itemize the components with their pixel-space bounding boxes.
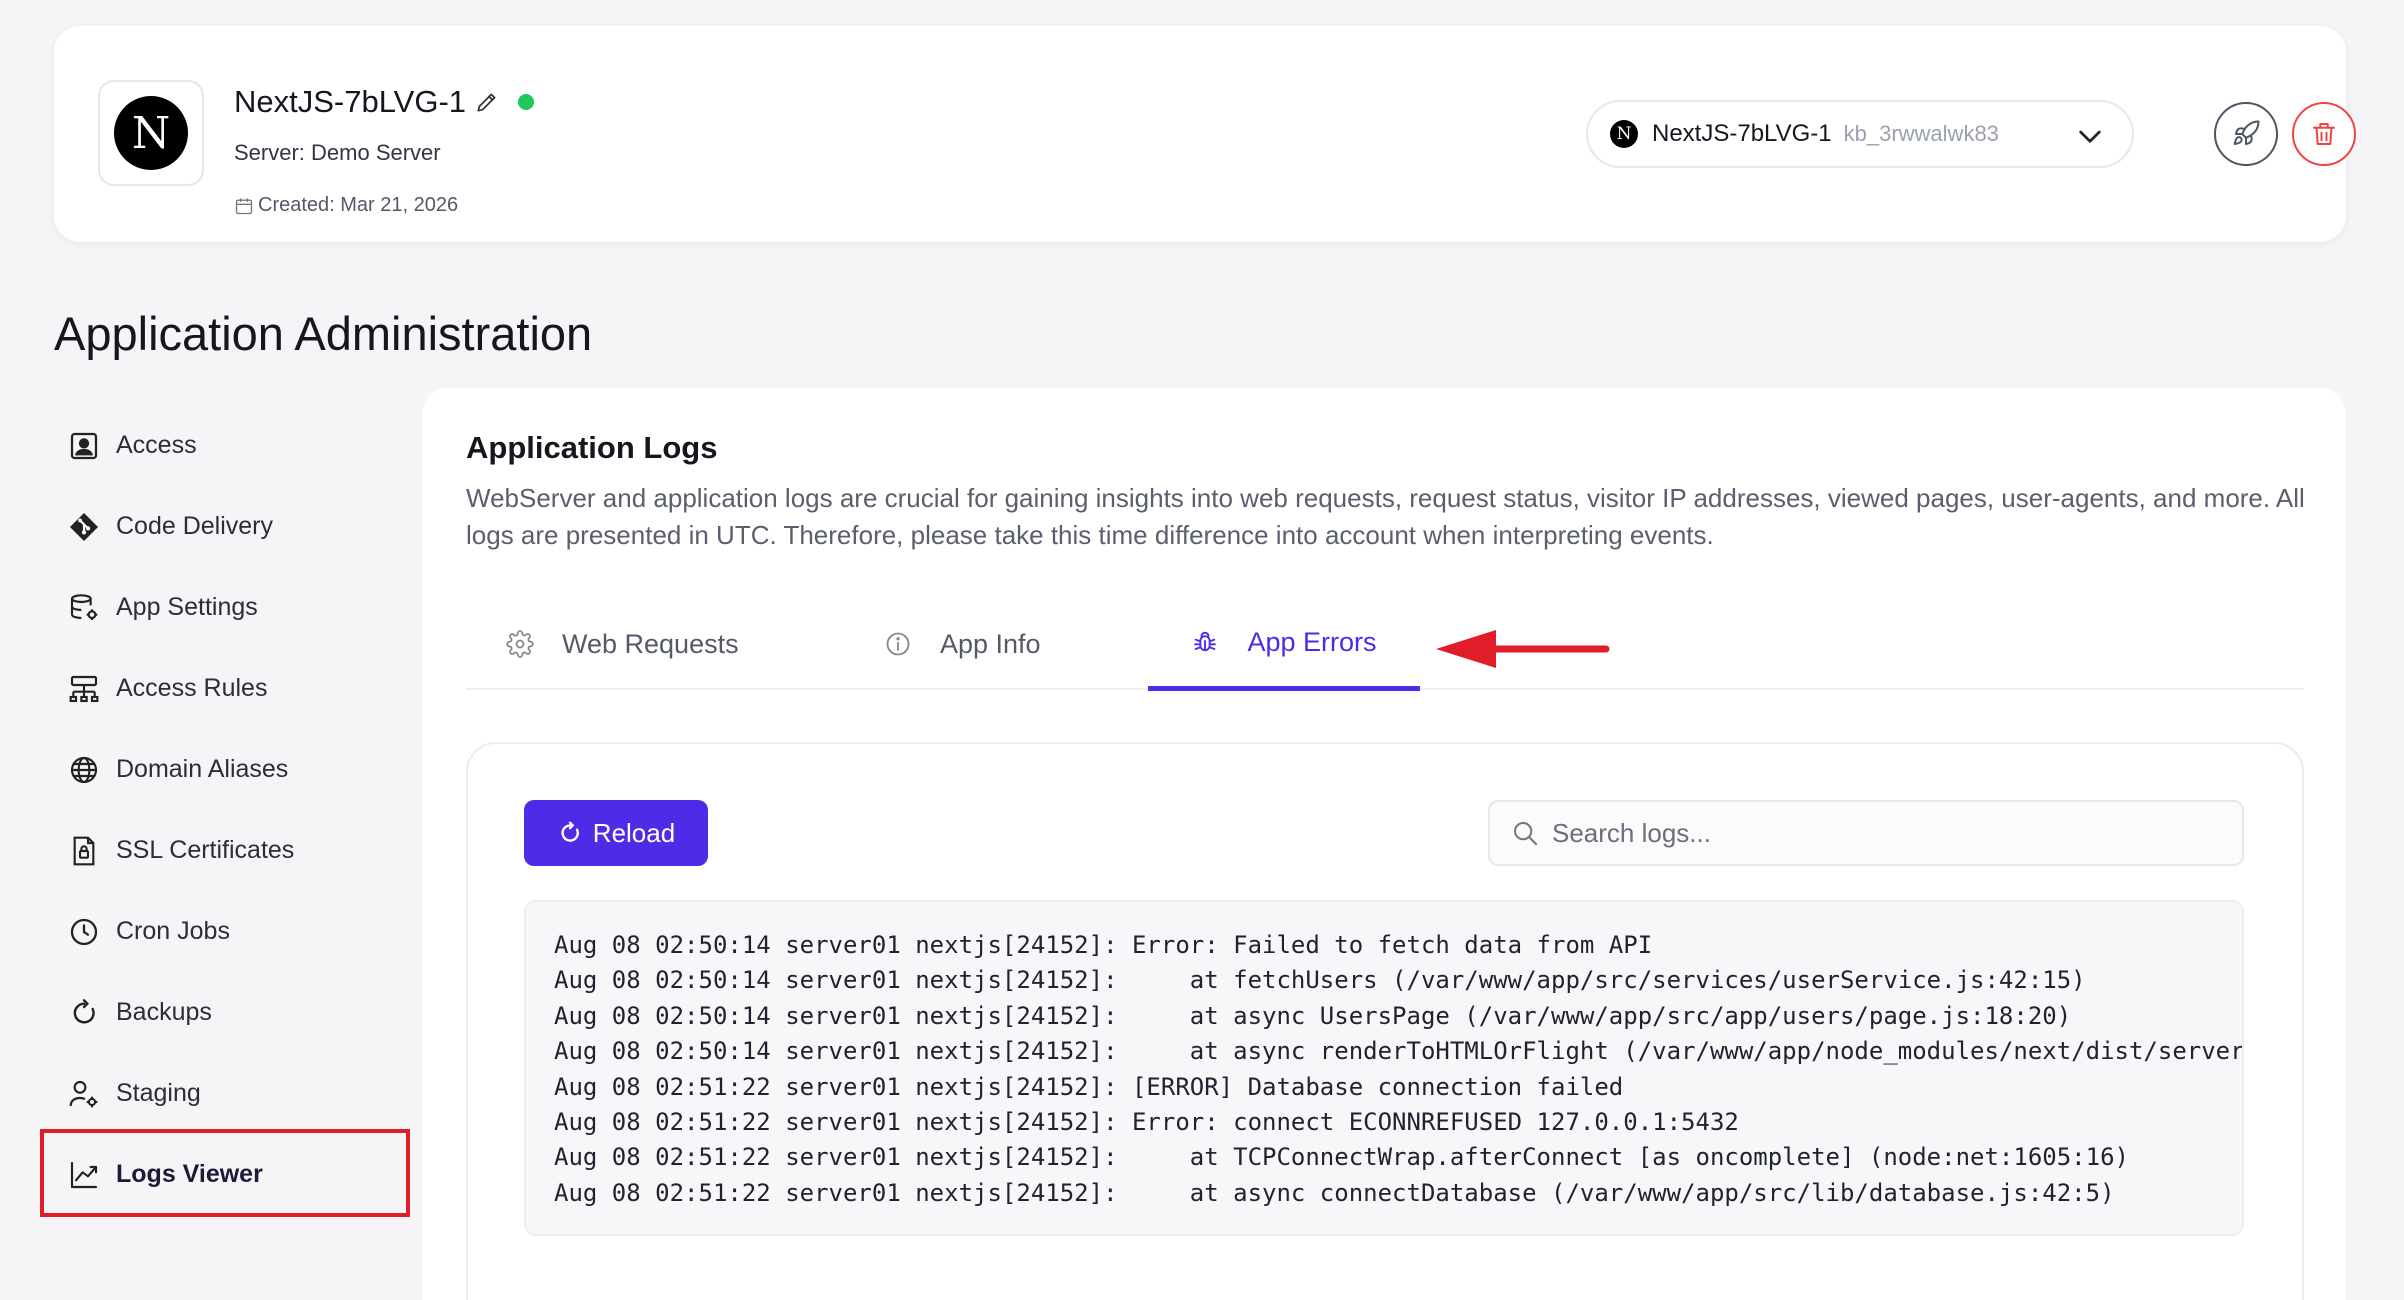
nextjs-mini-logo-icon: N <box>1610 120 1638 148</box>
search-box <box>1488 800 2244 866</box>
tab-label: App Errors <box>1247 626 1377 657</box>
app-header-card: N NextJS-7bLVG-1 Server: Demo Server Cre… <box>54 26 2356 242</box>
log-line: Aug 08 02:50:14 server01 nextjs[24152]: … <box>554 931 1653 959</box>
refresh-icon <box>73 998 95 1023</box>
selector-app-slug: kb_3rwwalwk83 <box>1843 121 1999 146</box>
reload-label: Reload <box>592 817 676 848</box>
log-line: Aug 08 02:50:14 server01 nextjs[24152]: … <box>554 1001 2072 1030</box>
sidebar-item-domain-aliases[interactable]: Domain Aliases <box>40 729 410 810</box>
deploy-button[interactable] <box>2214 102 2278 166</box>
git-icon <box>70 512 98 541</box>
app-logo-container: N <box>98 80 204 186</box>
file-lock-icon <box>73 836 95 865</box>
selector-app-name: NextJS-7bLVG-1 <box>1652 120 1832 147</box>
user-settings-icon <box>69 1080 98 1107</box>
tab-label: App Info <box>940 628 1041 659</box>
sidebar-item-code-delivery[interactable]: Code Delivery <box>40 486 410 567</box>
globe-icon <box>70 756 98 783</box>
sidebar-item-label: SSL Certificates <box>116 836 295 864</box>
reload-button[interactable]: Reload <box>524 800 708 866</box>
highlight-annotation-box <box>40 1129 410 1217</box>
logs-description: WebServer and application logs are cruci… <box>466 483 2305 550</box>
clock-icon <box>70 918 98 945</box>
sidebar-item-label: Backups <box>116 998 212 1026</box>
sidebar-item-label: Staging <box>116 1079 201 1107</box>
log-line: Aug 08 02:51:22 server01 nextjs[24152]: … <box>554 1108 1739 1137</box>
sidebar-item-ssl-certificates[interactable]: SSL Certificates <box>40 810 410 891</box>
app-name: NextJS-7bLVG-1 <box>234 84 467 119</box>
sidebar-item-label: Access <box>116 431 197 459</box>
logs-tabs: Web Requests App Info App Errors <box>466 598 2304 691</box>
log-viewer-card: Reload Aug 08 02:50:14 server01 nextjs[2… <box>466 742 2304 1300</box>
log-line: Aug 08 02:50:14 server01 nextjs[24152]: … <box>554 1037 2244 1066</box>
sidebar-item-label: App Settings <box>116 593 258 621</box>
sidebar-item-staging[interactable]: Staging <box>40 1053 410 1134</box>
database-settings-icon <box>70 593 98 620</box>
tab-app-info[interactable]: App Info <box>884 598 1041 690</box>
user-card-icon <box>70 432 98 459</box>
log-line: Aug 08 02:51:22 server01 nextjs[24152]: … <box>554 1143 2129 1172</box>
sidebar-item-app-settings[interactable]: App Settings <box>40 567 410 648</box>
sidebar-item-access-rules[interactable]: Access Rules <box>40 648 410 729</box>
sidebar-item-label: Code Delivery <box>116 512 274 540</box>
tab-app-errors[interactable]: App Errors <box>1148 598 1420 691</box>
arrow-annotation-icon <box>1436 630 1610 668</box>
log-line: Aug 08 02:51:22 server01 nextjs[24152]: … <box>554 1178 2115 1207</box>
sidebar-item-label: Domain Aliases <box>116 755 289 783</box>
rocket-icon <box>2233 120 2260 145</box>
log-line: Aug 08 02:51:22 server01 nextjs[24152]: … <box>554 1072 1624 1101</box>
log-output: Aug 08 02:50:14 server01 nextjs[24152]: … <box>524 900 2244 1236</box>
pencil-icon[interactable] <box>474 89 500 115</box>
sidebar-item-label: Access Rules <box>116 674 268 702</box>
calendar-icon <box>235 198 253 214</box>
gear-icon <box>506 630 534 658</box>
server-name: Server: Demo Server <box>234 140 441 165</box>
sidebar-item-access[interactable]: Access <box>40 405 410 486</box>
chevron-down-icon <box>2079 130 2101 143</box>
app-name-row: NextJS-7bLVG-1 <box>234 84 535 120</box>
refresh-icon <box>561 821 579 842</box>
tab-web-requests[interactable]: Web Requests <box>506 598 739 690</box>
trash-icon <box>2313 123 2335 145</box>
logs-title: Application Logs <box>466 430 718 465</box>
sidebar-item-backups[interactable]: Backups <box>40 972 410 1053</box>
sidebar-item-cron-jobs[interactable]: Cron Jobs <box>40 891 410 972</box>
sidebar-item-logs-viewer[interactable]: Logs Viewer <box>40 1129 410 1217</box>
info-icon <box>886 632 910 656</box>
online-status-dot <box>518 94 535 110</box>
search-icon <box>1514 822 1538 846</box>
created-date-text: Created: Mar 21, 2026 <box>258 194 459 216</box>
tab-label: Web Requests <box>562 628 739 659</box>
bug-icon <box>1194 631 1217 652</box>
delete-app-button[interactable] <box>2292 102 2356 166</box>
app-selector-dropdown[interactable]: N NextJS-7bLVG-1 kb_3rwwalwk83 <box>1586 100 2134 168</box>
admin-sidebar: Access Code Delivery App Settings Access… <box>40 405 410 1217</box>
search-logs-input[interactable] <box>1552 803 2242 863</box>
logs-panel: Application Logs WebServer and applicati… <box>422 388 2346 1300</box>
network-icon <box>69 675 99 702</box>
sidebar-item-label: Cron Jobs <box>116 917 230 945</box>
page-title: Application Administration <box>54 307 593 360</box>
nextjs-logo-icon: N <box>114 96 188 170</box>
created-date: Created: Mar 21, 2026 <box>234 194 458 217</box>
log-line: Aug 08 02:50:14 server01 nextjs[24152]: … <box>554 966 2086 995</box>
